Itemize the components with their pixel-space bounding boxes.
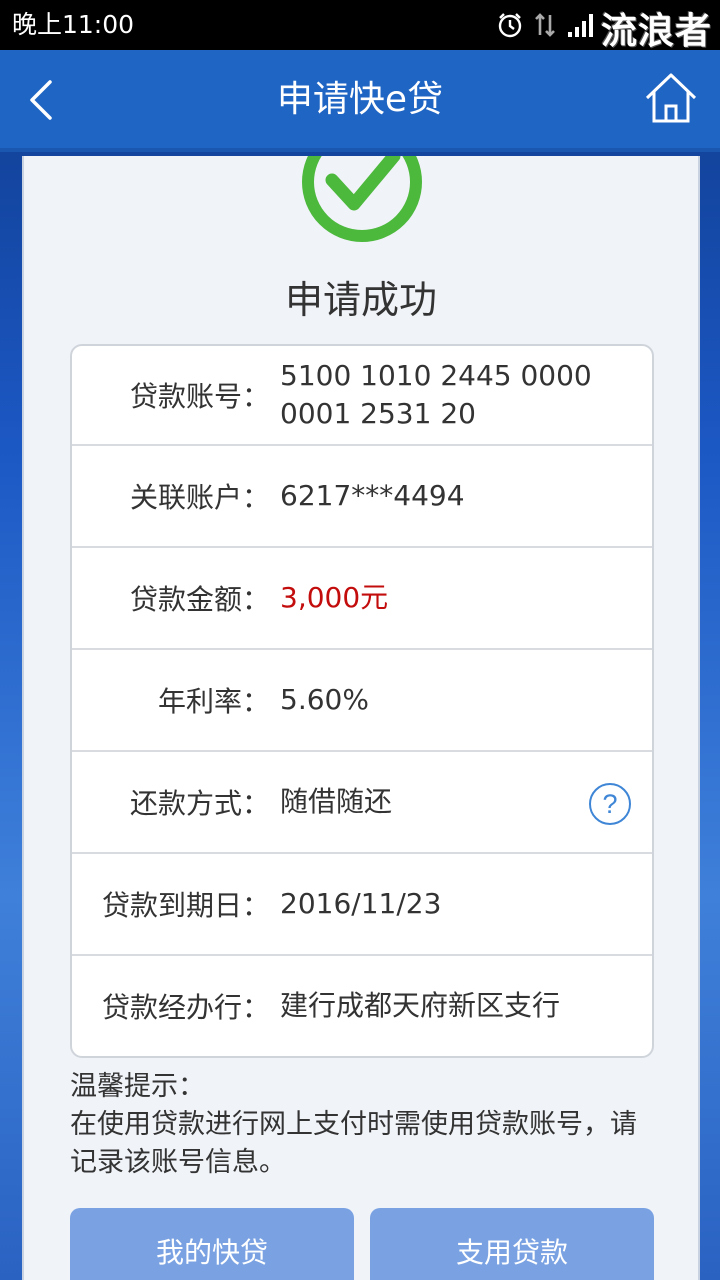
status-icons	[496, 8, 596, 42]
detail-label: 贷款经办行：	[101, 991, 270, 1024]
detail-value: 建行成都天府新区支行	[280, 989, 561, 1022]
detail-label: 贷款账号：	[129, 380, 270, 413]
detail-due-date: 贷款到期日： 2016/11/23	[72, 852, 652, 954]
detail-annual-rate: 年利率： 5.60%	[72, 648, 652, 750]
detail-value: 3,000元	[280, 581, 389, 614]
signal-icon	[568, 14, 593, 37]
data-arrows-icon	[535, 13, 555, 37]
question-circle-icon[interactable]: ?	[588, 782, 632, 826]
detail-value: 5100 1010 2445 0000 0001 2531 20	[280, 359, 592, 430]
detail-linked-account: 关联账户： 6217***4494	[72, 444, 652, 546]
home-icon[interactable]	[644, 72, 698, 124]
detail-label: 关联账户：	[129, 481, 270, 514]
detail-value: 2016/11/23	[280, 887, 442, 920]
detail-repayment-method: 还款方式： 随借随还 ?	[72, 750, 652, 852]
detail-loan-account: 贷款账号： 5100 1010 2445 0000 0001 2531 20	[72, 346, 652, 444]
result-card: 申请成功 贷款账号： 5100 1010 2445 0000 0001 2531…	[22, 156, 700, 1280]
alarm-icon	[498, 13, 522, 38]
detail-label: 贷款金额：	[129, 583, 270, 616]
watermark: 流浪者	[600, 11, 712, 52]
detail-loan-amount: 贷款金额： 3,000元	[72, 546, 652, 648]
svg-text:?: ?	[602, 789, 617, 819]
page-title: 申请快e贷	[276, 79, 444, 120]
check-circle-icon	[302, 156, 422, 242]
detail-value: 随借随还	[280, 785, 393, 818]
loan-details: 贷款账号： 5100 1010 2445 0000 0001 2531 20 关…	[70, 344, 654, 1058]
use-loan-button[interactable]: 支用贷款	[370, 1208, 654, 1280]
warm-tip: 温馨提示： 在使用贷款进行网上支付时需使用贷款账号，请记录该账号信息。	[70, 1068, 650, 1182]
tip-text: 在使用贷款进行网上支付时需使用贷款账号，请记录该账号信息。	[70, 1109, 637, 1178]
success-title: 申请成功	[284, 278, 437, 322]
detail-label: 年利率：	[157, 685, 270, 718]
my-loans-button[interactable]: 我的快贷	[70, 1208, 354, 1280]
detail-handling-branch: 贷款经办行： 建行成都天府新区支行	[72, 954, 652, 1056]
tip-heading: 温馨提示：	[70, 1071, 205, 1102]
detail-value: 6217***4494	[280, 479, 465, 512]
status-bar: 晚上11:00 流浪者	[0, 0, 720, 52]
nav-bar: 申请快e贷	[0, 50, 720, 152]
detail-value: 5.60%	[280, 683, 369, 716]
detail-label: 贷款到期日：	[101, 889, 270, 922]
detail-label: 还款方式：	[129, 787, 270, 820]
status-time: 晚上11:00	[12, 10, 135, 39]
